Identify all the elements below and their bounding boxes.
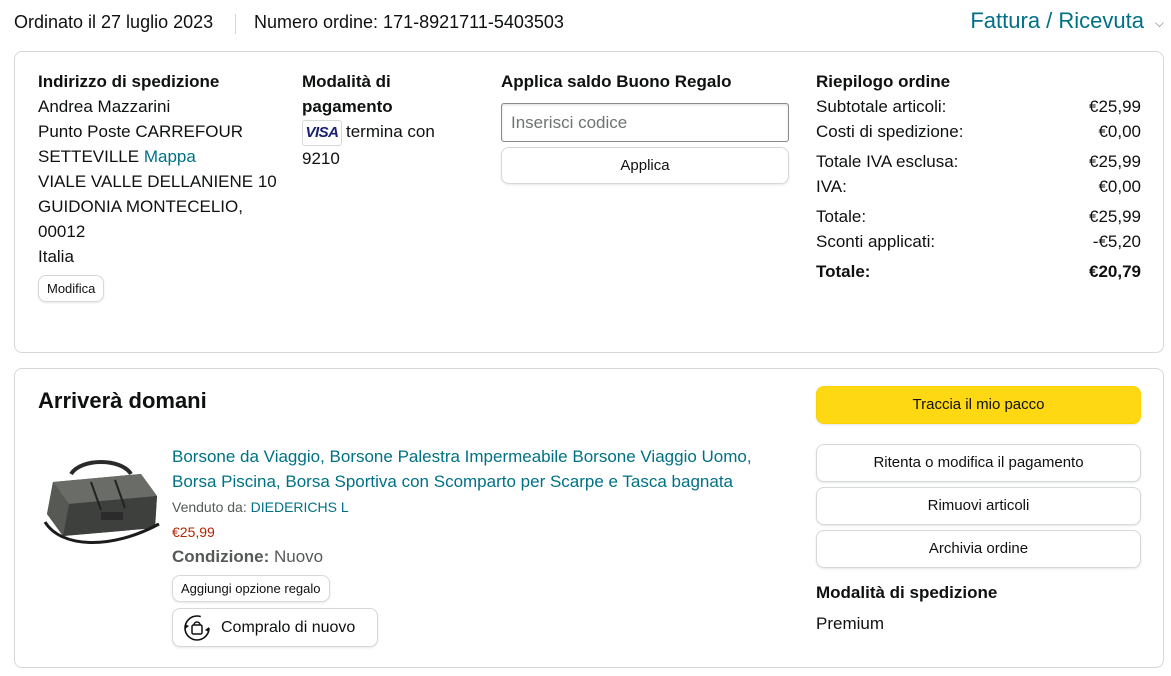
shipment-actions: Traccia il mio pacco Ritenta o modifica … (816, 386, 1142, 636)
invoice-link[interactable]: Fattura / Ricevuta (970, 8, 1144, 34)
chevron-down-icon[interactable]: ⌵ (1155, 16, 1164, 31)
product-price: €25,99 (172, 524, 215, 540)
payment-title: Modalità di pagamento (302, 72, 393, 116)
summary-row: Totale: €25,99 (816, 204, 1141, 229)
delivery-status: Arriverà domani (38, 388, 207, 413)
seller-link[interactable]: DIEDERICHS L (251, 499, 349, 515)
summary-label: Subtotale articoli: (816, 97, 947, 116)
gift-code-input[interactable] (501, 103, 789, 142)
payment-section: Modalità di pagamento VISA termina con 92… (302, 69, 472, 171)
summary-value: -€5,20 (1092, 232, 1141, 251)
archive-order-button[interactable]: Archivia ordine (816, 530, 1141, 568)
sold-by-label: Venduto da: (172, 499, 247, 515)
map-link[interactable]: Mappa (144, 147, 196, 166)
summary-label: Costi di spedizione: (816, 122, 964, 141)
gift-card-title: Applica saldo Buono Regalo (501, 72, 732, 91)
order-header: Ordinato il 27 luglio 2023 Numero ordine… (14, 8, 1164, 36)
card-last4: 9210 (302, 148, 340, 168)
sold-by-row: Venduto da: DIEDERICHS L (172, 496, 792, 518)
visa-icon: VISA (302, 119, 342, 146)
address-line2-row: SETTEVILLE Mappa (38, 144, 288, 169)
summary-total-value: €20,79 (1089, 262, 1141, 281)
buy-again-label: Compralo di nuovo (221, 618, 356, 636)
summary-value: €25,99 (1089, 207, 1141, 226)
summary-total-label: Totale: (816, 262, 871, 281)
summary-total-row: Totale: €20,79 (816, 259, 1141, 284)
remove-items-button[interactable]: Rimuovi articoli (816, 487, 1141, 525)
address-line2: SETTEVILLE (38, 147, 140, 166)
address-line3: VIALE VALLE DELLANIENE 10 (38, 172, 277, 191)
product-image[interactable] (41, 452, 161, 552)
summary-row: Sconti applicati: -€5,20 (816, 229, 1141, 254)
product-info: Borsone da Viaggio, Borsone Palestra Imp… (172, 444, 792, 647)
summary-row: Costi di spedizione: €0,00 (816, 119, 1141, 144)
gift-card-section: Applica saldo Buono Regalo Applica (501, 69, 791, 184)
order-number: Numero ordine: 171-8921711-5403503 (254, 12, 564, 32)
product-title-line1[interactable]: Borsone da Viaggio, Borsone Palestra Imp… (172, 444, 792, 469)
summary-label: IVA: (816, 177, 847, 196)
summary-row: IVA: €0,00 (816, 174, 1141, 199)
summary-label: Totale IVA esclusa: (816, 152, 959, 171)
summary-value: €25,99 (1089, 152, 1141, 171)
address-name: Andrea Mazzarini (38, 97, 171, 116)
buy-again-button[interactable]: Compralo di nuovo (172, 608, 378, 647)
edit-address-button[interactable]: Modifica (38, 275, 105, 302)
summary-row: Totale IVA esclusa: €25,99 (816, 149, 1141, 174)
payment-card-row: VISA termina con (302, 119, 472, 146)
address-country: Italia (38, 247, 74, 266)
apply-gift-button[interactable]: Applica (501, 147, 789, 184)
summary-label: Sconti applicati: (816, 232, 936, 251)
header-divider (235, 14, 236, 34)
address-line4: GUIDONIA MONTECELIO, (38, 197, 243, 216)
condition-row: Condizione: Nuovo (172, 544, 792, 570)
summary-value: €25,99 (1089, 97, 1141, 116)
condition-value: Nuovo (274, 547, 324, 566)
shipment-card: Arriverà domani Borsone da Viaggio, Bors… (14, 368, 1164, 668)
address-line1: Punto Poste CARREFOUR (38, 122, 244, 141)
retry-payment-button[interactable]: Ritenta o modifica il pagamento (816, 444, 1141, 482)
summary-title: Riepilogo ordine (816, 72, 951, 91)
order-details-card: Indirizzo di spedizione Andrea Mazzarini… (14, 51, 1164, 353)
buy-again-icon (184, 614, 210, 641)
product-title-line2[interactable]: Borsa Piscina, Borsa Sportiva con Scompa… (172, 469, 792, 494)
shipping-address-section: Indirizzo di spedizione Andrea Mazzarini… (38, 69, 288, 302)
address-line5: 00012 (38, 222, 86, 241)
summary-value: €0,00 (1098, 177, 1141, 196)
shipping-method-value: Premium (816, 614, 885, 633)
summary-value: €0,00 (1098, 122, 1141, 141)
summary-row: Subtotale articoli: €25,99 (816, 94, 1141, 119)
track-package-button[interactable]: Traccia il mio pacco (816, 386, 1141, 424)
shipping-method-label: Modalità di spedizione (816, 583, 998, 602)
order-date: Ordinato il 27 luglio 2023 (14, 12, 214, 32)
condition-label: Condizione: (172, 547, 270, 566)
card-text: termina con (346, 122, 435, 141)
add-gift-option-button[interactable]: Aggiungi opzione regalo (172, 575, 330, 602)
shipping-address-title: Indirizzo di spedizione (38, 72, 220, 91)
summary-label: Totale: (816, 207, 867, 226)
order-summary: Riepilogo ordine Subtotale articoli: €25,… (816, 69, 1141, 284)
